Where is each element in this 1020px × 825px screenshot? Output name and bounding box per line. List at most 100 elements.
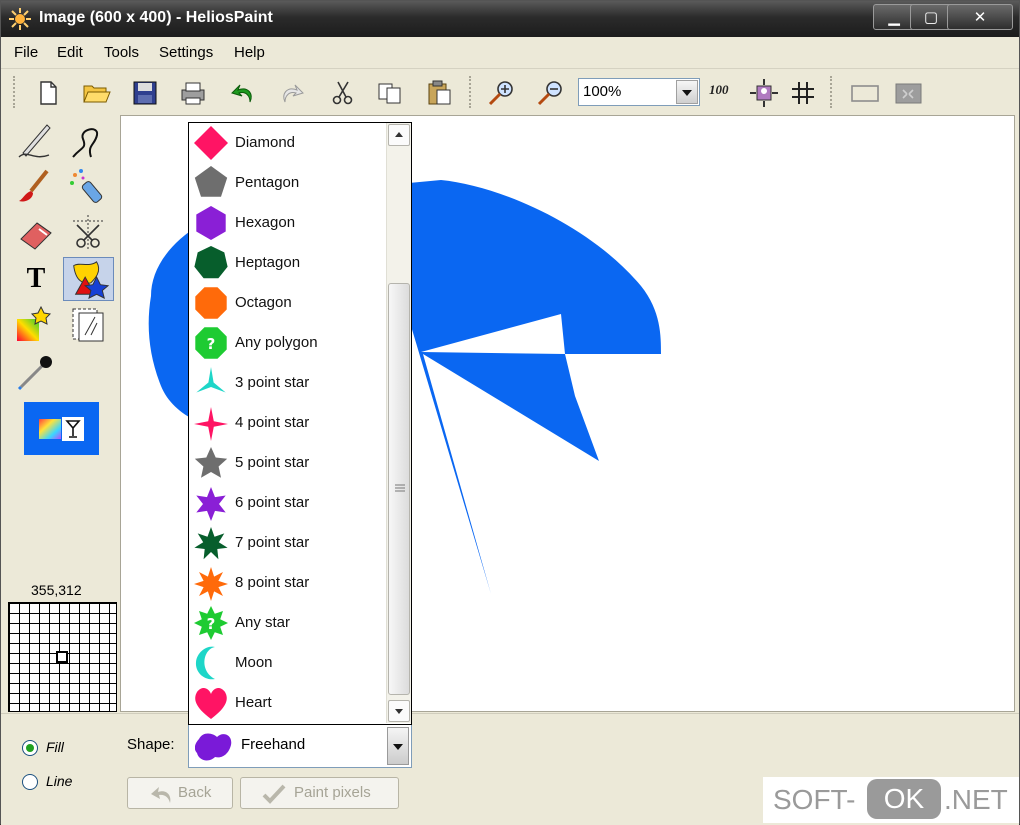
color-selector[interactable] <box>24 402 99 455</box>
zoom-in-icon[interactable] <box>487 78 517 108</box>
helios-paint-window: Image (600 x 400) - HeliosPaint ▁ ▢ ✕ Fi… <box>0 0 1020 825</box>
shape-option-label: 3 point star <box>235 374 310 391</box>
color-picker-tool-icon[interactable] <box>13 349 59 393</box>
pencil-tool-icon[interactable] <box>13 119 59 163</box>
shape-option[interactable]: Octagon <box>189 283 385 323</box>
menu-help[interactable]: Help <box>234 44 265 61</box>
chevron-down-icon <box>682 90 692 96</box>
minimize-icon: ▁ <box>888 8 900 26</box>
zoom-dropdown-button[interactable] <box>676 80 698 104</box>
menu-tools[interactable]: Tools <box>104 44 139 61</box>
shape-option-label: 8 point star <box>235 574 310 591</box>
shape-select[interactable]: Freehand <box>188 724 412 768</box>
toolbar-separator <box>469 76 472 108</box>
fill-label: Fill <box>46 739 64 755</box>
shape-option-label: Heart <box>235 694 272 711</box>
window-title: Image (600 x 400) - HeliosPaint <box>39 9 273 26</box>
eraser-tool-icon[interactable] <box>13 211 59 255</box>
menu-edit[interactable]: Edit <box>57 44 83 61</box>
back-button-label: Back <box>178 784 212 801</box>
scroll-up-button[interactable] <box>388 124 410 146</box>
shape-poly5-icon <box>194 166 228 197</box>
shape-option[interactable]: 7 point star <box>189 523 385 563</box>
zoom-select[interactable]: 100% <box>578 78 700 106</box>
shape-option-label: Pentagon <box>235 174 300 191</box>
shape-option[interactable]: Hexagon <box>189 203 385 243</box>
toolbar-separator-2 <box>830 76 833 108</box>
shape-moon-icon <box>195 646 215 680</box>
toolbar: 100% 100 <box>1 70 1019 114</box>
new-file-icon[interactable] <box>33 78 63 108</box>
shape-option-label: 5 point star <box>235 454 310 471</box>
fit-icon[interactable] <box>749 78 779 108</box>
cut-selection-tool-icon[interactable] <box>65 211 111 255</box>
watermark: SOFT- OK .NET <box>763 777 1019 823</box>
crop-icon[interactable] <box>893 78 923 108</box>
copy-icon[interactable] <box>375 78 405 108</box>
shape-option[interactable]: ? Any star <box>189 603 385 643</box>
shape-option[interactable]: 5 point star <box>189 443 385 483</box>
shape-option[interactable]: Heart <box>189 683 385 723</box>
gradient-fill-tool-icon[interactable] <box>13 303 59 347</box>
cursor-coordinates: 355,312 <box>31 582 82 598</box>
shape-option[interactable]: 3 point star <box>189 363 385 403</box>
shape-option-label: Octagon <box>235 294 292 311</box>
shape-option[interactable]: ? Any polygon <box>189 323 385 363</box>
line-radio[interactable] <box>22 774 38 790</box>
spray-tool-icon[interactable] <box>65 165 111 209</box>
curve-tool-icon[interactable] <box>65 119 111 163</box>
close-button[interactable]: ✕ <box>947 4 1013 30</box>
shape-option[interactable]: Diamond <box>189 123 385 163</box>
app-icon <box>9 8 31 30</box>
maximize-button[interactable]: ▢ <box>910 4 952 30</box>
minimize-button[interactable]: ▁ <box>873 4 915 30</box>
shape-option-label: 7 point star <box>235 534 310 551</box>
undo-icon[interactable] <box>228 78 258 108</box>
menu-bar: File Edit Tools Settings Help <box>1 37 1019 69</box>
shape-tool-icon[interactable] <box>63 257 114 301</box>
fill-radio[interactable] <box>22 740 38 756</box>
layer-tool-icon[interactable] <box>65 303 111 347</box>
select-rect-icon[interactable] <box>849 78 879 108</box>
shape-option[interactable]: 4 point star <box>189 403 385 443</box>
open-folder-icon[interactable] <box>81 78 111 108</box>
shape-star7-icon <box>194 527 228 560</box>
svg-text:?: ? <box>207 335 216 353</box>
back-button[interactable]: Back <box>127 777 233 809</box>
title-bar[interactable]: Image (600 x 400) - HeliosPaint ▁ ▢ ✕ <box>1 1 1019 37</box>
shape-option[interactable]: Moon <box>189 643 385 683</box>
scroll-thumb[interactable] <box>388 283 410 695</box>
shape-option-label: Hexagon <box>235 214 296 231</box>
grid-icon[interactable] <box>788 78 818 108</box>
zoom-100-icon[interactable]: 100 <box>709 82 739 112</box>
shape-dropdown-button[interactable] <box>387 727 409 765</box>
line-label: Line <box>46 773 73 789</box>
watermark-mid: OK <box>867 779 941 819</box>
text-tool-icon[interactable]: T <box>13 257 59 301</box>
paste-icon[interactable] <box>424 78 454 108</box>
scroll-down-button[interactable] <box>388 700 410 722</box>
shape-option[interactable]: 8 point star <box>189 563 385 603</box>
menu-settings[interactable]: Settings <box>159 44 213 61</box>
watermark-right: .NET <box>944 784 1008 815</box>
paint-pixels-button[interactable]: Paint pixels <box>240 777 399 809</box>
shape-label: Shape: <box>127 736 175 753</box>
save-icon[interactable] <box>130 78 160 108</box>
shape-option[interactable]: Pentagon <box>189 163 385 203</box>
svg-text:?: ? <box>207 615 216 633</box>
shape-star6-icon <box>196 487 226 521</box>
shape-option[interactable]: Heptagon <box>189 243 385 283</box>
chevron-up-icon <box>395 132 403 137</box>
menu-file[interactable]: File <box>14 44 38 61</box>
brush-tool-icon[interactable] <box>13 165 59 209</box>
shape-diamond-icon <box>194 126 228 160</box>
zoom-value: 100% <box>583 83 622 100</box>
dropdown-scrollbar[interactable] <box>386 123 411 723</box>
shape-option-label: 6 point star <box>235 494 310 511</box>
cut-icon[interactable] <box>328 78 358 108</box>
zoom-out-icon[interactable] <box>536 78 566 108</box>
shape-poly8-icon <box>195 287 227 319</box>
print-icon[interactable] <box>178 78 208 108</box>
shape-option[interactable]: 6 point star <box>189 483 385 523</box>
redo-icon[interactable] <box>277 78 307 108</box>
